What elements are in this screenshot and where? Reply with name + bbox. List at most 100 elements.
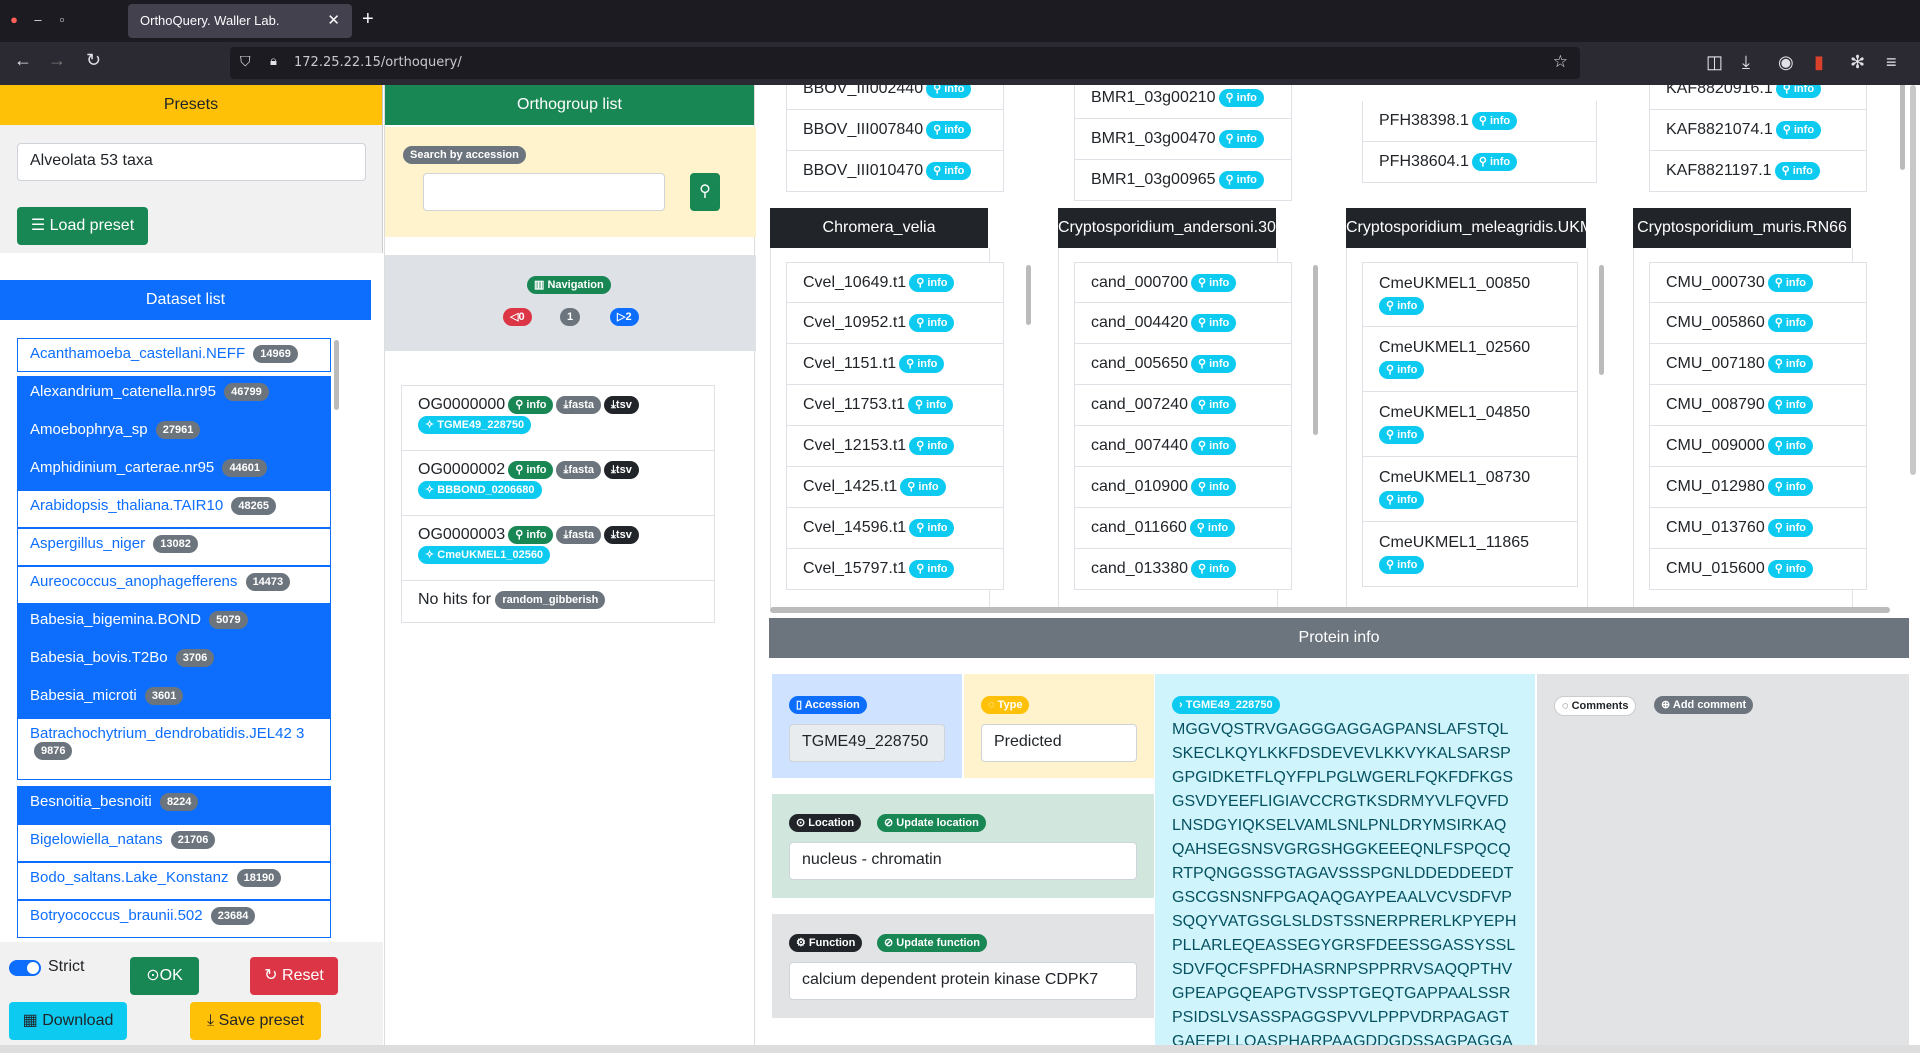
add-comment-button[interactable]: ⊕ Add comment: [1654, 696, 1754, 714]
gene-info-button[interactable]: ⚲ info: [926, 161, 972, 180]
gene-info-button[interactable]: ⚲ info: [1189, 518, 1236, 537]
accession-search-input[interactable]: [423, 173, 665, 211]
gene-info-button[interactable]: ⚲ info: [908, 395, 954, 414]
gene-info-button[interactable]: ⚲ info: [900, 477, 946, 496]
save-preset-button[interactable]: ⤓ Save preset: [190, 1002, 321, 1040]
address-bar[interactable]: ⛉ 🔒︎ 172.25.22.15/orthoquery/ ☆: [230, 47, 1580, 79]
tsv-button[interactable]: ⤓tsv: [604, 461, 639, 479]
load-preset-button[interactable]: ☰ Load preset: [17, 207, 148, 245]
orthogroup-info-button[interactable]: ⚲ info: [508, 396, 554, 414]
bookmark-star-icon[interactable]: ☆: [1553, 52, 1568, 72]
gene-info-button[interactable]: ⚲ info: [1767, 559, 1814, 578]
dataset-item[interactable]: Alexandrium_catenella.nr95 46799: [17, 376, 331, 414]
bottom-scrollbar[interactable]: [0, 1045, 1920, 1053]
gene-info-button[interactable]: ⚲ info: [909, 518, 955, 537]
browser-tab[interactable]: OrthoQuery. Waller Lab. ✕: [128, 4, 352, 38]
nav-next-button[interactable]: ▷2: [610, 308, 639, 326]
tsv-button[interactable]: ⤓tsv: [604, 526, 639, 544]
gene-info-button[interactable]: ⚲ info: [1379, 296, 1425, 315]
dataset-list[interactable]: Acanthamoeba_castellani.NEFF 14969 Alexan…: [0, 320, 383, 942]
ok-button[interactable]: ⊙OK: [130, 957, 199, 995]
back-icon[interactable]: ←: [14, 50, 32, 71]
gene-info-button[interactable]: ⚲ info: [1767, 354, 1814, 373]
dataset-item[interactable]: Aspergillus_niger 13082: [17, 528, 331, 566]
dataset-item[interactable]: Amoebophrya_sp 27961: [17, 414, 331, 452]
search-button[interactable]: ⚲: [690, 173, 720, 211]
column-scrollbar[interactable]: [1313, 265, 1318, 435]
gene-info-button[interactable]: ⚲ info: [1774, 161, 1820, 180]
dataset-scrollbar[interactable]: [334, 340, 339, 410]
reload-icon[interactable]: ↻: [86, 50, 101, 71]
dataset-item[interactable]: Amphidinium_carterae.nr95 44601: [17, 452, 331, 490]
gene-info-button[interactable]: ⚲ info: [1218, 88, 1264, 107]
gene-info-button[interactable]: ⚲ info: [1767, 518, 1814, 537]
gene-info-button[interactable]: ⚲ info: [899, 354, 945, 373]
dataset-item[interactable]: Acanthamoeba_castellani.NEFF 14969: [17, 338, 331, 372]
orthogroup-info-button[interactable]: ⚲ info: [508, 526, 554, 544]
tsv-button[interactable]: ⤓tsv: [604, 396, 639, 414]
page-scrollbar[interactable]: [1910, 85, 1916, 475]
close-window-icon[interactable]: ●: [6, 12, 22, 28]
maximize-window-icon[interactable]: ▫: [54, 12, 70, 28]
dataset-item[interactable]: Babesia_microti 3601: [17, 680, 331, 718]
location-field[interactable]: nucleus - chromatin: [789, 842, 1137, 880]
dataset-item[interactable]: Bodo_saltans.Lake_Konstanz 18190: [17, 862, 331, 900]
gene-info-button[interactable]: ⚲ info: [1767, 273, 1814, 292]
function-field[interactable]: calcium dependent protein kinase CDPK7: [789, 962, 1137, 1000]
preset-select[interactable]: Alveolata 53 taxa: [17, 143, 366, 181]
forward-icon[interactable]: →: [48, 50, 66, 71]
dataset-item[interactable]: Botryococcus_braunii.502 23684: [17, 900, 331, 938]
dataset-item[interactable]: Batrachochytrium_dendrobatidis.JEL42 3 9…: [17, 718, 331, 780]
dataset-item[interactable]: Aureococcus_anophagefferens 14473: [17, 566, 331, 604]
gene-info-button[interactable]: ⚲ info: [1767, 436, 1814, 455]
dataset-item[interactable]: Bigelowiella_natans 21706: [17, 824, 331, 862]
profile-icon[interactable]: ◉: [1778, 52, 1794, 73]
gene-info-button[interactable]: ⚲ info: [1775, 120, 1822, 139]
fasta-button[interactable]: ⤓fasta: [556, 396, 602, 414]
column-scrollbar[interactable]: [1026, 265, 1031, 325]
orthogroup-gene-link[interactable]: ✧ CmeUKMEL1_02560: [418, 546, 551, 565]
gene-info-button[interactable]: ⚲ info: [1190, 354, 1237, 373]
minimize-window-icon[interactable]: –: [30, 12, 46, 28]
gene-info-button[interactable]: ⚲ info: [926, 120, 972, 139]
gene-info-button[interactable]: ⚲ info: [1379, 425, 1425, 444]
column-scrollbar[interactable]: [1900, 85, 1905, 170]
menu-icon[interactable]: ≡: [1886, 52, 1897, 73]
dataset-item[interactable]: Besnoitia_besnoiti 8224: [17, 786, 331, 824]
gene-info-button[interactable]: ⚲ info: [909, 313, 955, 332]
extension-react-icon[interactable]: ✻: [1850, 52, 1865, 73]
orthogroup-gene-link[interactable]: ✧ BBBOND_0206680: [418, 481, 542, 500]
gene-info-button[interactable]: ⚲ info: [1190, 436, 1237, 455]
orthogroup-gene-link[interactable]: ✧ TGME49_228750: [418, 416, 532, 435]
dataset-item[interactable]: Babesia_bigemina.BOND 5079: [17, 604, 331, 642]
download-button[interactable]: ▦ Download: [9, 1002, 127, 1040]
downloads-icon[interactable]: ⤓: [1742, 52, 1750, 73]
gene-info-button[interactable]: ⚲ info: [926, 85, 972, 98]
reset-button[interactable]: ↻ Reset: [250, 957, 338, 995]
gene-info-button[interactable]: ⚲ info: [1379, 555, 1425, 574]
dataset-item[interactable]: Babesia_bovis.T2Bo 3706: [17, 642, 331, 680]
gene-info-button[interactable]: ⚲ info: [909, 436, 955, 455]
gene-info-button[interactable]: ⚲ info: [1767, 395, 1814, 414]
lock-icon[interactable]: 🔒︎: [270, 53, 277, 69]
gene-info-button[interactable]: ⚲ info: [1471, 111, 1518, 130]
pocket-icon[interactable]: ◫: [1706, 52, 1723, 73]
update-function-button[interactable]: ⊘ Update function: [877, 934, 987, 952]
gene-info-button[interactable]: ⚲ info: [1379, 490, 1425, 509]
fasta-button[interactable]: ⤓fasta: [556, 526, 602, 544]
shield-icon[interactable]: ⛉: [240, 53, 251, 70]
gene-info-button[interactable]: ⚲ info: [1190, 477, 1237, 496]
gene-info-button[interactable]: ⚲ info: [1767, 477, 1814, 496]
gene-info-button[interactable]: ⚲ info: [1471, 152, 1518, 171]
gene-info-button[interactable]: ⚲ info: [1218, 129, 1264, 148]
new-tab-icon[interactable]: +: [362, 8, 374, 31]
tab-close-icon[interactable]: ✕: [327, 11, 340, 29]
strict-toggle[interactable]: [9, 960, 41, 976]
gene-info-button[interactable]: ⚲ info: [1767, 313, 1814, 332]
dataset-item[interactable]: Arabidopsis_thaliana.TAIR10 48265: [17, 490, 331, 528]
horizontal-scrollbar[interactable]: [770, 607, 1890, 613]
gene-info-button[interactable]: ⚲ info: [909, 273, 955, 292]
type-field[interactable]: Predicted: [981, 724, 1137, 762]
gene-info-button[interactable]: ⚲ info: [909, 559, 955, 578]
gene-info-button[interactable]: ⚲ info: [1379, 360, 1425, 379]
